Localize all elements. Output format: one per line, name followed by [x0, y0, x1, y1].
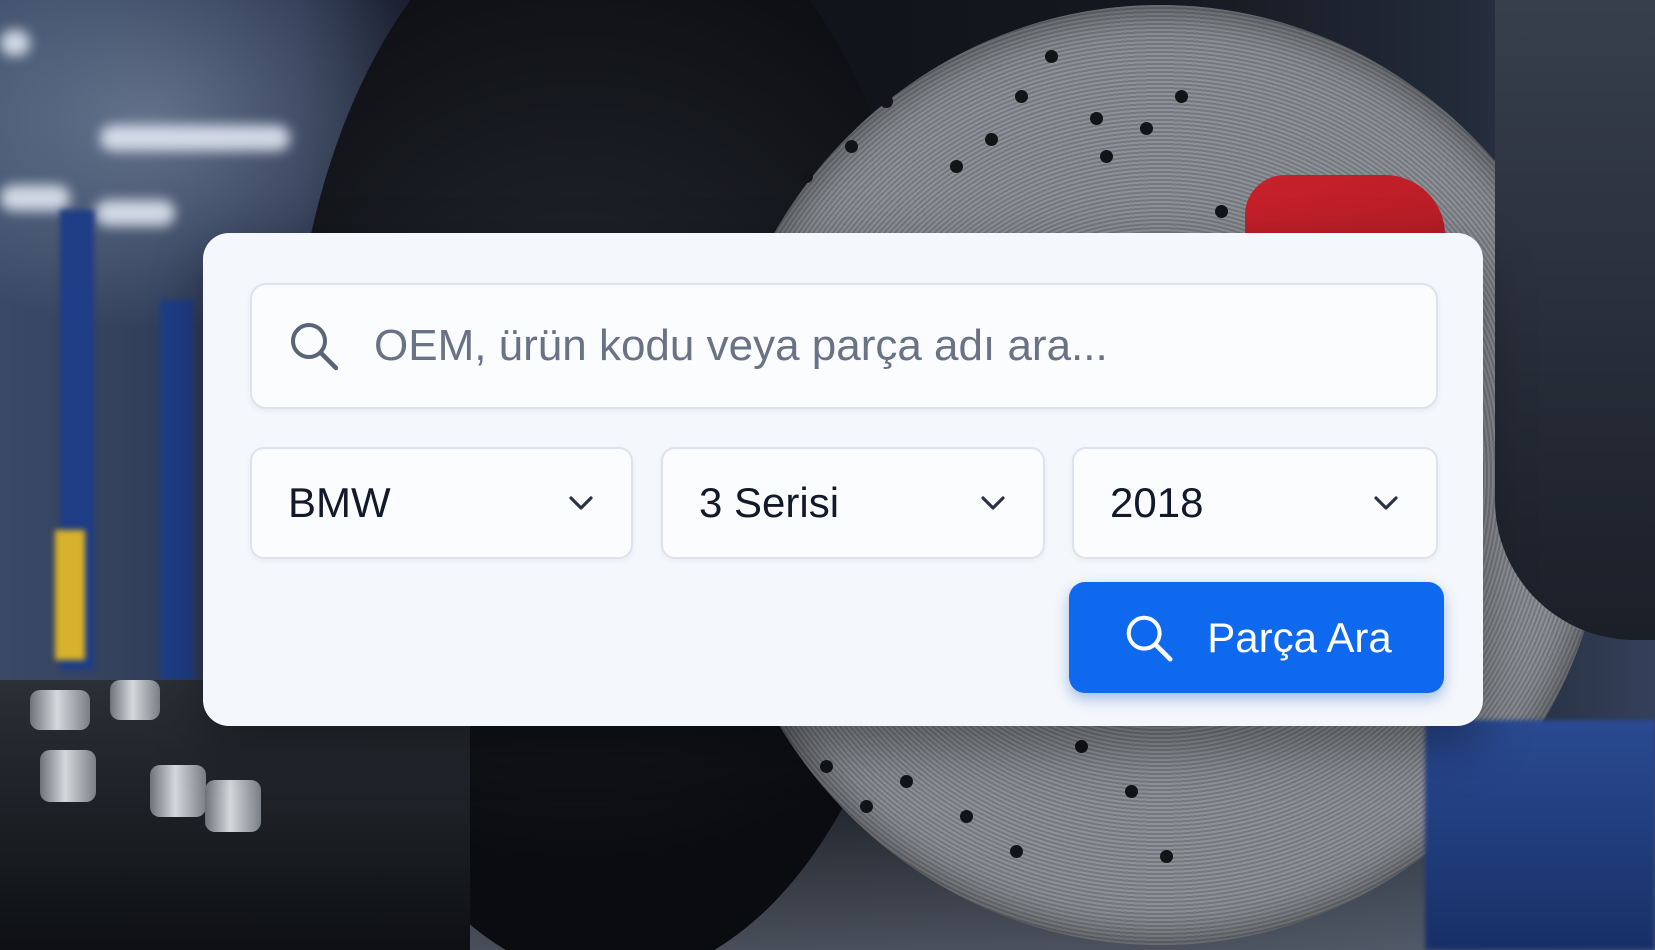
part-search-card: BMW 3 Serisi 2018 Parça Ara: [203, 233, 1483, 726]
search-field[interactable]: [250, 283, 1438, 409]
chevron-down-icon: [977, 487, 1009, 519]
chevron-down-icon: [565, 487, 597, 519]
search-parts-button-label: Parça Ara: [1207, 613, 1392, 661]
vehicle-filters: BMW 3 Serisi 2018: [250, 447, 1438, 559]
chevron-down-icon: [1370, 487, 1402, 519]
search-input[interactable]: [372, 320, 1406, 372]
model-select-value: 3 Serisi: [699, 479, 840, 526]
model-select[interactable]: 3 Serisi: [661, 447, 1045, 559]
year-select[interactable]: 2018: [1072, 447, 1438, 559]
search-icon: [284, 316, 344, 376]
search-icon: [1121, 610, 1177, 666]
brand-select[interactable]: BMW: [250, 447, 633, 559]
year-select-value: 2018: [1110, 479, 1204, 526]
brand-select-value: BMW: [288, 479, 391, 526]
search-parts-button[interactable]: Parça Ara: [1069, 582, 1444, 693]
